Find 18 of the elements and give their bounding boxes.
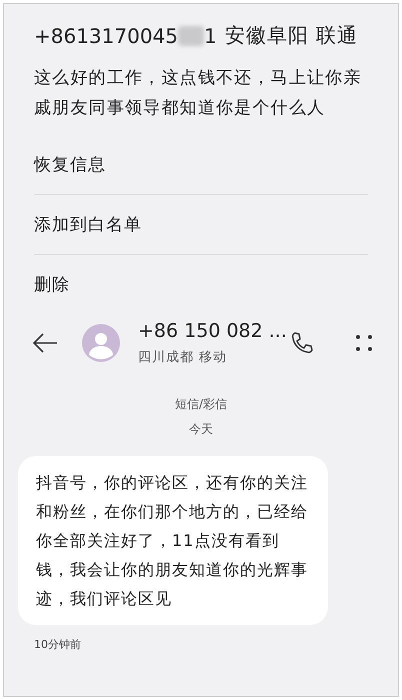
message-type-label: 短信/彩信: [174, 396, 228, 413]
location-label: 安徽阜阳 联通: [224, 22, 358, 49]
message-bubble: 抖音号，你的评论区，还有你的关注和粉丝，在你们那个地方的，已经给你全部关注好了，11点没有看到钱，我会让你的朋友知道你的光辉事迹，我们评论区见: [18, 456, 328, 625]
contact-location: 四川成都 移动: [138, 349, 228, 366]
contact-number: +86 150 082 ...: [138, 320, 288, 342]
message-time: 10分钟前: [34, 637, 82, 652]
avatar-icon: [82, 324, 120, 362]
menu-item[interactable]: 恢复信息: [34, 135, 368, 195]
more-icon[interactable]: [354, 333, 374, 353]
phone-number: 1: [204, 24, 217, 48]
message-preview: 这么好的工作，这点钱不还，马上让你亲戚朋友同事领导都知道你是个什么人: [34, 67, 363, 120]
date-label: 今天: [189, 421, 213, 438]
back-icon[interactable]: [32, 333, 58, 353]
phone-icon[interactable]: [290, 331, 314, 355]
redaction-mark: [178, 26, 204, 46]
menu-item[interactable]: 添加到白名单: [34, 195, 368, 255]
phone-number: +8613170045: [34, 24, 178, 48]
menu-item[interactable]: 删除: [34, 255, 368, 314]
